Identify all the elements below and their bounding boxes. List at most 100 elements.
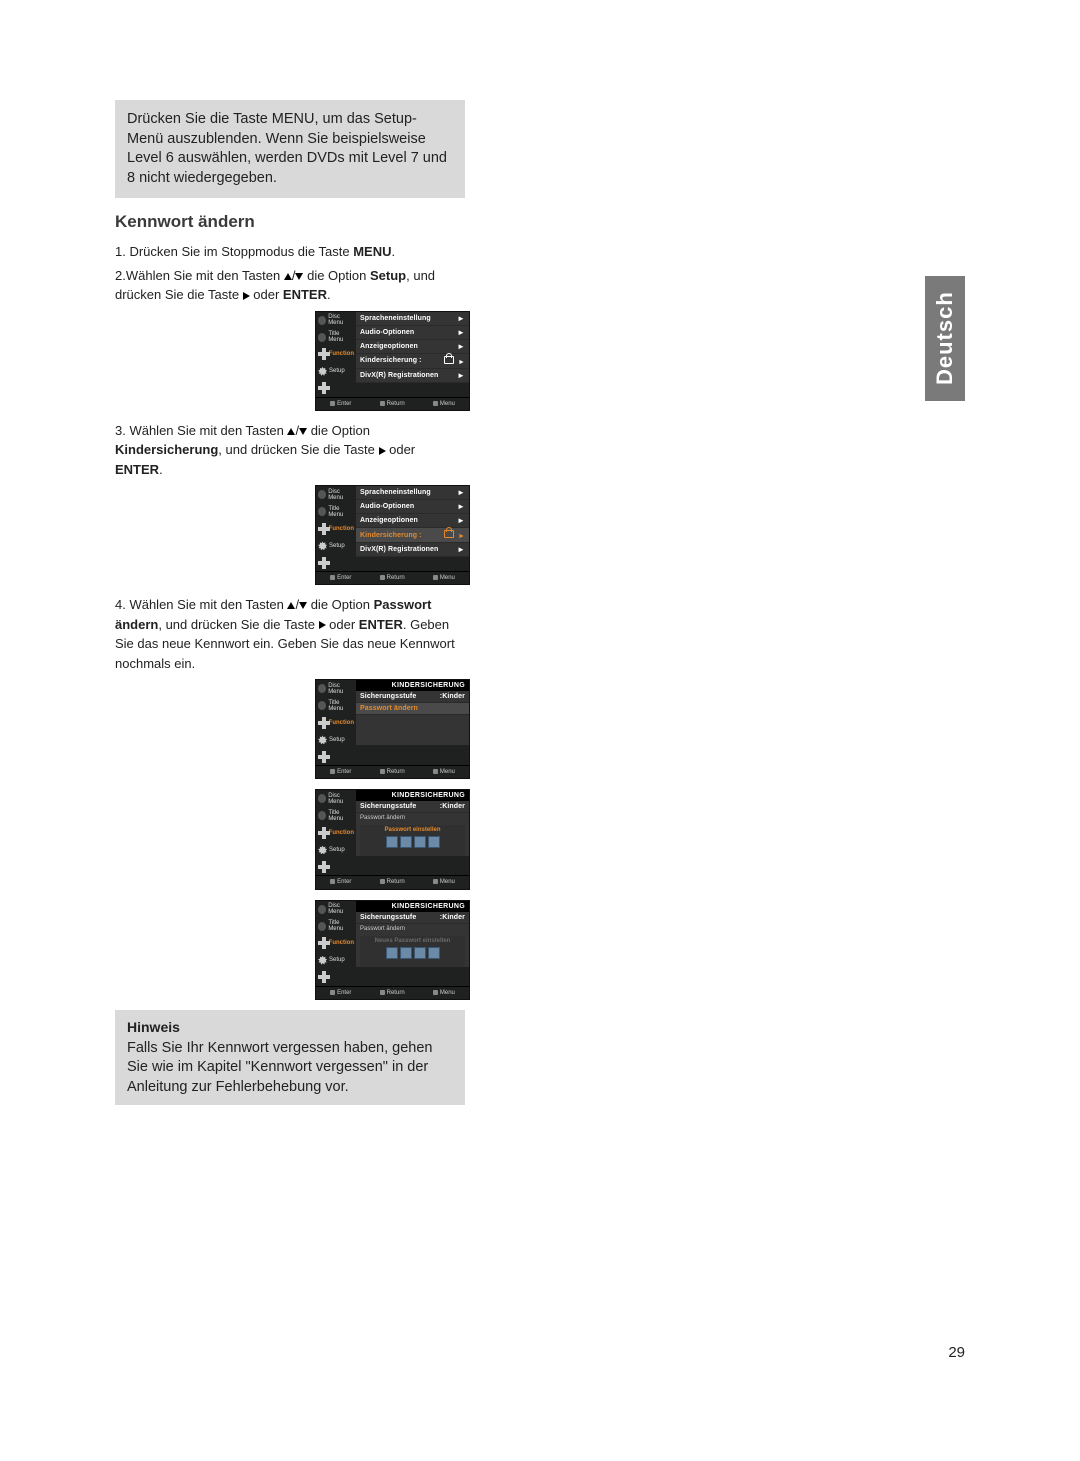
osd-menu-kinder-3: Disc Menu Title Menu Function Setup KIND…: [315, 900, 470, 1000]
chevron-right-icon: ►: [457, 545, 465, 554]
setup-row: Spracheneinstellung►: [356, 486, 469, 500]
kinder-row: Sicherungsstufe:Kinder: [356, 801, 469, 813]
step1-end: .: [392, 244, 396, 259]
row-label: Anzeigeoptionen: [360, 343, 418, 350]
setup-row: Spracheneinstellung►: [356, 312, 469, 326]
dpad-icon: [318, 523, 327, 535]
osd-sidebar: Disc Menu Title Menu Function Setup: [316, 486, 356, 571]
chevron-right-icon: ►: [457, 314, 465, 323]
step3-enter: ENTER: [115, 462, 159, 477]
footer-enter: Enter: [330, 401, 351, 407]
osd-main: Spracheneinstellung► Audio-Optionen► Anz…: [356, 312, 469, 383]
step4-d: , und drücken Sie die Taste: [158, 617, 318, 632]
side-title-label: Title Menu: [328, 810, 354, 822]
note-box: Hinweis Falls Sie Ihr Kennwort vergessen…: [115, 1010, 465, 1106]
footer-return: Return: [380, 769, 405, 775]
side-title-label: Title Menu: [328, 700, 354, 712]
content-column: Drücken Sie die Taste MENU, um das Setup…: [115, 100, 465, 1105]
osd-main: KINDERSICHERUNG Sicherungsstufe:Kinder P…: [356, 901, 469, 967]
osd-footer: Enter Return Menu: [316, 875, 469, 888]
side-disc-label: Disc Menu: [328, 314, 354, 326]
setup-row: Audio-Optionen►: [356, 326, 469, 340]
down-icon: [299, 428, 307, 435]
row-value: :Kinder: [440, 803, 465, 810]
osd-menu-kinder-1: Disc Menu Title Menu Function Setup KIND…: [315, 679, 470, 779]
side-function-label: Function: [329, 351, 354, 357]
osd-menu-setup-2: Disc Menu Title Menu Function Setup Spra…: [315, 485, 470, 585]
chevron-right-icon: ►: [457, 371, 465, 380]
row-label: Kindersicherung :: [360, 357, 422, 364]
chevron-right-icon: ►: [457, 342, 465, 351]
step-3: 3. Wählen Sie mit den Tasten / die Optio…: [115, 421, 465, 480]
step2-e: oder: [250, 287, 283, 302]
osd-sidebar: Disc Menu Title Menu Function Setup: [316, 312, 356, 397]
nav-icon: [318, 382, 330, 394]
side-setup: Setup: [316, 731, 356, 748]
side-title-label: Title Menu: [328, 506, 354, 518]
lock-icon: [444, 356, 454, 364]
side-setup: Setup: [316, 537, 356, 554]
side-nav: [316, 969, 356, 986]
step2-enter: ENTER: [283, 287, 327, 302]
side-title: Title Menu: [316, 503, 356, 520]
title-icon: [318, 701, 326, 710]
disc-icon: [318, 684, 326, 693]
row-label: Sicherungsstufe: [360, 693, 416, 700]
title-icon: [318, 507, 326, 516]
side-disc-label: Disc Menu: [328, 793, 354, 805]
side-nav: [316, 748, 356, 765]
up-icon: [287, 602, 295, 609]
note-body: Falls Sie Ihr Kennwort vergessen haben, …: [127, 1039, 453, 1098]
up-icon: [287, 428, 295, 435]
side-disc-label: Disc Menu: [328, 489, 354, 501]
side-function: Function: [316, 520, 356, 537]
pw-input-boxes: [360, 944, 465, 965]
pw-overlay: Neues Passwort einstellen: [360, 936, 465, 967]
title-icon: [318, 333, 326, 342]
osd-sidebar: Disc Menu Title Menu Function Setup: [316, 901, 356, 986]
osd-main: KINDERSICHERUNG Sicherungsstufe:Kinder P…: [356, 790, 469, 856]
osd-footer: Enter Return Menu: [316, 765, 469, 778]
footer-menu: Menu: [433, 769, 455, 775]
footer-menu: Menu: [433, 879, 455, 885]
chevron-right-icon: ►: [457, 502, 465, 511]
down-icon: [299, 602, 307, 609]
gear-icon: [318, 367, 327, 376]
setup-row: Kindersicherung : ►: [356, 354, 469, 369]
side-function: Function: [316, 935, 356, 952]
gear-icon: [318, 845, 327, 854]
side-setup: Setup: [316, 841, 356, 858]
step4-enter: ENTER: [359, 617, 403, 632]
step4-b: die Option: [307, 597, 374, 612]
row-value: :Kinder: [440, 914, 465, 921]
side-function: Function: [316, 824, 356, 841]
row-label: Audio-Optionen: [360, 329, 414, 336]
disc-icon: [318, 316, 326, 325]
side-setup-label: Setup: [329, 957, 345, 963]
footer-menu: Menu: [433, 990, 455, 996]
osd-main: Spracheneinstellung► Audio-Optionen► Anz…: [356, 486, 469, 557]
osd-sidebar: Disc Menu Title Menu Function Setup: [316, 790, 356, 875]
osd-footer: Enter Return Menu: [316, 397, 469, 410]
right-icon: [379, 447, 386, 455]
footer-return: Return: [380, 401, 405, 407]
gear-icon: [318, 541, 327, 550]
side-setup-label: Setup: [329, 368, 345, 374]
side-disc: Disc Menu: [316, 680, 356, 697]
setup-row: DivX(R) Registrationen►: [356, 543, 469, 557]
side-setup-label: Setup: [329, 543, 345, 549]
row-label: Audio-Optionen: [360, 503, 414, 510]
side-title: Title Menu: [316, 329, 356, 346]
footer-enter: Enter: [330, 990, 351, 996]
side-disc-label: Disc Menu: [328, 683, 354, 695]
osd-header: KINDERSICHERUNG: [356, 901, 469, 912]
dpad-icon: [318, 717, 327, 729]
step3-g: .: [159, 462, 163, 477]
side-setup: Setup: [316, 952, 356, 969]
osd-menu-kinder-2: Disc Menu Title Menu Function Setup KIND…: [315, 789, 470, 889]
row-label: Passwort ändern: [360, 705, 418, 712]
pw-sub-label: Passwort ändern: [356, 924, 469, 934]
page-number: 29: [948, 1344, 965, 1361]
nav-icon: [318, 861, 330, 873]
pw-input-boxes: [360, 833, 465, 854]
